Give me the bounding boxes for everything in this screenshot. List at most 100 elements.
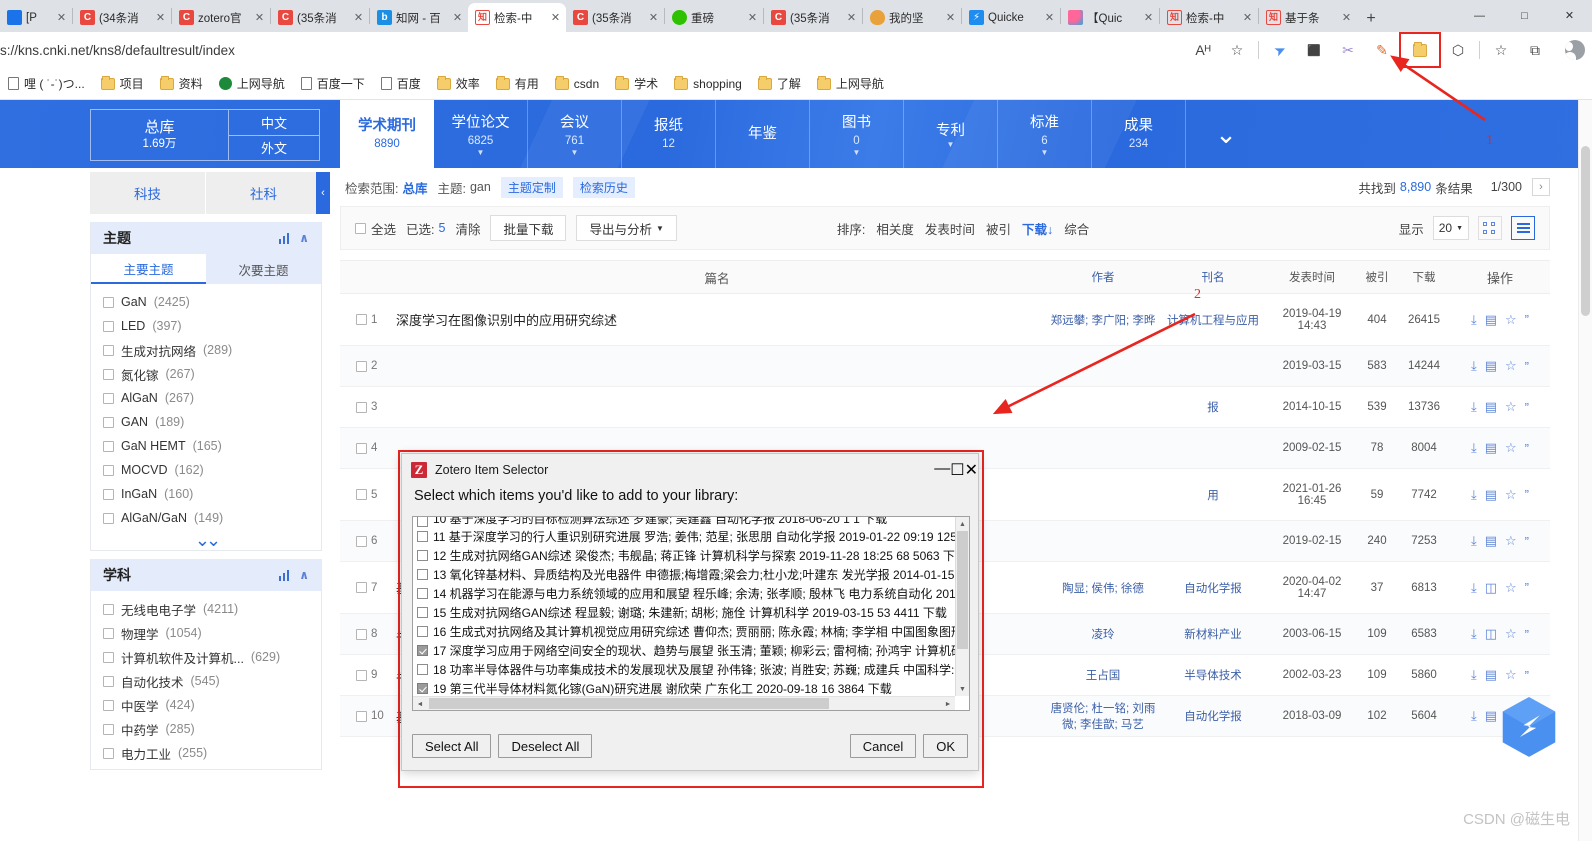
browser-tab[interactable]: C (35条消 ✕ xyxy=(566,3,664,32)
facet-checkbox[interactable] xyxy=(103,440,114,452)
facet-item[interactable]: MOCVD (162) xyxy=(91,458,321,482)
page-size-select[interactable]: 20 ▼ xyxy=(1432,216,1469,240)
tab-close-icon[interactable]: ✕ xyxy=(647,11,660,24)
facet-item[interactable]: 生成对抗网络 (289) xyxy=(91,338,321,362)
collections-icon[interactable]: ☆ xyxy=(1484,36,1518,64)
star-icon[interactable]: ☆ xyxy=(1505,580,1517,596)
browser-tab[interactable]: C (35条消 ✕ xyxy=(764,3,862,32)
table-row[interactable]: 3 报 2014-10-15 539 13736 ⤓ ▤ ☆ ” xyxy=(340,387,1550,428)
browser-tab[interactable]: C (35条消 ✕ xyxy=(271,3,369,32)
facet-collapse-icon[interactable]: ∧ xyxy=(299,568,309,582)
list-view-icon[interactable] xyxy=(1511,216,1535,240)
browser-tab[interactable]: 【Quic ✕ xyxy=(1061,3,1159,32)
db-tab-专利[interactable]: 专利 ▼ xyxy=(904,100,998,168)
row-title[interactable]: 深度学习在图像识别中的应用研究综述 xyxy=(386,310,1048,329)
facet-checkbox[interactable] xyxy=(103,651,114,663)
star-icon[interactable]: ☆ xyxy=(1505,312,1517,328)
add-favorite-icon[interactable]: ☆ xyxy=(1220,36,1254,64)
ok-button[interactable]: OK xyxy=(923,734,968,758)
row-checkbox-cell[interactable]: 6 xyxy=(340,535,386,547)
db-tab-标准[interactable]: 标准 6 ▼ xyxy=(998,100,1092,168)
facet-checkbox[interactable] xyxy=(103,627,114,639)
facet-tab[interactable]: 主要主题 xyxy=(91,254,206,284)
zotero-item-row[interactable]: 13 氧化锌基材料、异质结构及光电器件 申德振;梅增霞;梁会力;杜小龙;叶建东 … xyxy=(413,565,969,584)
facet-collapse-icon[interactable]: ∧ xyxy=(299,231,309,245)
facet-checkbox[interactable] xyxy=(103,344,114,356)
zotero-item-checkbox[interactable] xyxy=(417,531,428,542)
row-checkbox[interactable] xyxy=(356,535,367,547)
subject-custom-button[interactable]: 主题定制 xyxy=(500,176,563,198)
download-icon[interactable]: ⤓ xyxy=(1471,358,1477,374)
star-icon[interactable]: ☆ xyxy=(1505,358,1517,374)
batch-download-button[interactable]: 批量下载 xyxy=(490,215,567,241)
facet-item[interactable]: 自动化技术 (545) xyxy=(91,669,321,693)
facet-checkbox[interactable] xyxy=(103,699,114,711)
star-icon[interactable]: ☆ xyxy=(1505,626,1517,642)
zotero-item-list[interactable]: 10 基于深度学习的目标检测算法综述 罗建豪; 吴建鑫 自动化学报 2018-0… xyxy=(412,516,970,711)
download-icon[interactable]: ⤓ xyxy=(1471,399,1477,415)
row-checkbox-cell[interactable]: 4 xyxy=(340,442,386,454)
minimize-button[interactable]: — xyxy=(1457,0,1502,32)
facet-item[interactable]: GAN (189) xyxy=(91,410,321,434)
row-journal[interactable]: 新材料产业 xyxy=(1158,626,1268,642)
bookmark-item[interactable]: 上网导航 xyxy=(809,72,892,96)
star-icon[interactable]: ☆ xyxy=(1505,667,1517,683)
zotero-item-row[interactable]: 11 基于深度学习的行人重识别研究进展 罗浩; 姜伟; 范星; 张思朋 自动化学… xyxy=(413,527,969,546)
bookmark-item[interactable]: 百度一下 xyxy=(293,72,373,96)
tab-close-icon[interactable]: ✕ xyxy=(1043,11,1056,24)
browser-tab[interactable]: Czotero官 ✕ xyxy=(172,3,270,32)
deselect-all-button[interactable]: Deselect All xyxy=(498,734,593,758)
read-aloud-icon[interactable]: Aᴴ xyxy=(1186,36,1220,64)
lang-chinese[interactable]: 中文 xyxy=(228,109,320,135)
row-checkbox[interactable] xyxy=(356,710,367,722)
maximize-button[interactable]: □ xyxy=(1502,0,1547,32)
hscroll-thumb[interactable] xyxy=(429,698,829,709)
facet-checkbox[interactable] xyxy=(103,723,114,735)
extension-bird-icon[interactable]: ➤ xyxy=(1259,30,1302,70)
facet-checkbox[interactable] xyxy=(103,747,114,759)
zotero-minimize-button[interactable]: — xyxy=(934,460,950,480)
row-checkbox-cell[interactable]: 1 xyxy=(340,314,386,326)
quote-icon[interactable]: ” xyxy=(1525,534,1529,549)
zotero-item-row[interactable]: 14 机器学习在能源与电力系统领域的应用和展望 程乐峰; 余涛; 张孝顺; 殷林… xyxy=(413,584,969,603)
bookmark-item[interactable]: 哩 ( ˙-˙)つ... xyxy=(0,72,93,96)
zotero-item-checkbox[interactable] xyxy=(417,517,428,527)
html-icon[interactable]: ▤ xyxy=(1485,533,1497,549)
facet-checkbox[interactable] xyxy=(103,392,114,404)
db-tab-学位论文[interactable]: 学位论文 6825 ▼ xyxy=(434,100,528,168)
extension-zotero-folder-icon[interactable] xyxy=(1399,32,1441,68)
tab-close-icon[interactable]: ✕ xyxy=(451,11,464,24)
row-checkbox-cell[interactable]: 10 xyxy=(340,710,386,722)
row-checkbox-cell[interactable]: 7 xyxy=(340,582,386,594)
tab-close-icon[interactable]: ✕ xyxy=(549,11,562,24)
quote-icon[interactable]: ” xyxy=(1525,627,1529,642)
row-author[interactable]: 唐贤伦; 杜一铭; 刘雨微; 李佳歆; 马艺 xyxy=(1048,700,1158,732)
db-tab-年鉴[interactable]: 年鉴 xyxy=(716,100,810,168)
bookmark-item[interactable]: 有用 xyxy=(488,72,547,96)
row-journal[interactable]: 计算机工程与应用 xyxy=(1158,312,1268,328)
zotero-maximize-button[interactable]: ☐ xyxy=(950,460,964,480)
browser-tab[interactable]: b 知网 - 百 ✕ xyxy=(370,3,468,32)
facet-show-more-icon[interactable]: ⌄⌄ xyxy=(91,531,321,550)
zotero-close-button[interactable]: ✕ xyxy=(965,460,978,480)
sort-option[interactable]: 综合 xyxy=(1064,219,1089,238)
row-checkbox[interactable] xyxy=(356,442,367,454)
row-journal[interactable]: 半导体技术 xyxy=(1158,667,1268,683)
facet-item[interactable]: 氮化镓 (267) xyxy=(91,362,321,386)
quote-icon[interactable]: ” xyxy=(1525,487,1529,502)
row-author[interactable]: 凌玲 xyxy=(1048,626,1158,642)
row-journal[interactable]: 自动化学报 xyxy=(1158,708,1268,724)
download-icon[interactable]: ⤓ xyxy=(1471,440,1477,456)
zotero-item-checkbox[interactable] xyxy=(417,550,428,561)
facet-checkbox[interactable] xyxy=(103,512,114,524)
subtab-sheke[interactable]: 社科 xyxy=(206,172,322,214)
download-icon[interactable]: ⤓ xyxy=(1471,708,1477,724)
bookmark-item[interactable]: shopping xyxy=(666,72,750,96)
tab-close-icon[interactable]: ✕ xyxy=(1340,11,1353,24)
quote-icon[interactable]: ” xyxy=(1525,441,1529,456)
close-window-button[interactable]: ✕ xyxy=(1547,0,1592,32)
facet-checkbox[interactable] xyxy=(103,368,114,380)
url-input[interactable]: s://kns.cnki.net/kns8/defaultresult/inde… xyxy=(0,36,1186,64)
tab-close-icon[interactable]: ✕ xyxy=(1142,11,1155,24)
row-checkbox[interactable] xyxy=(356,489,367,500)
